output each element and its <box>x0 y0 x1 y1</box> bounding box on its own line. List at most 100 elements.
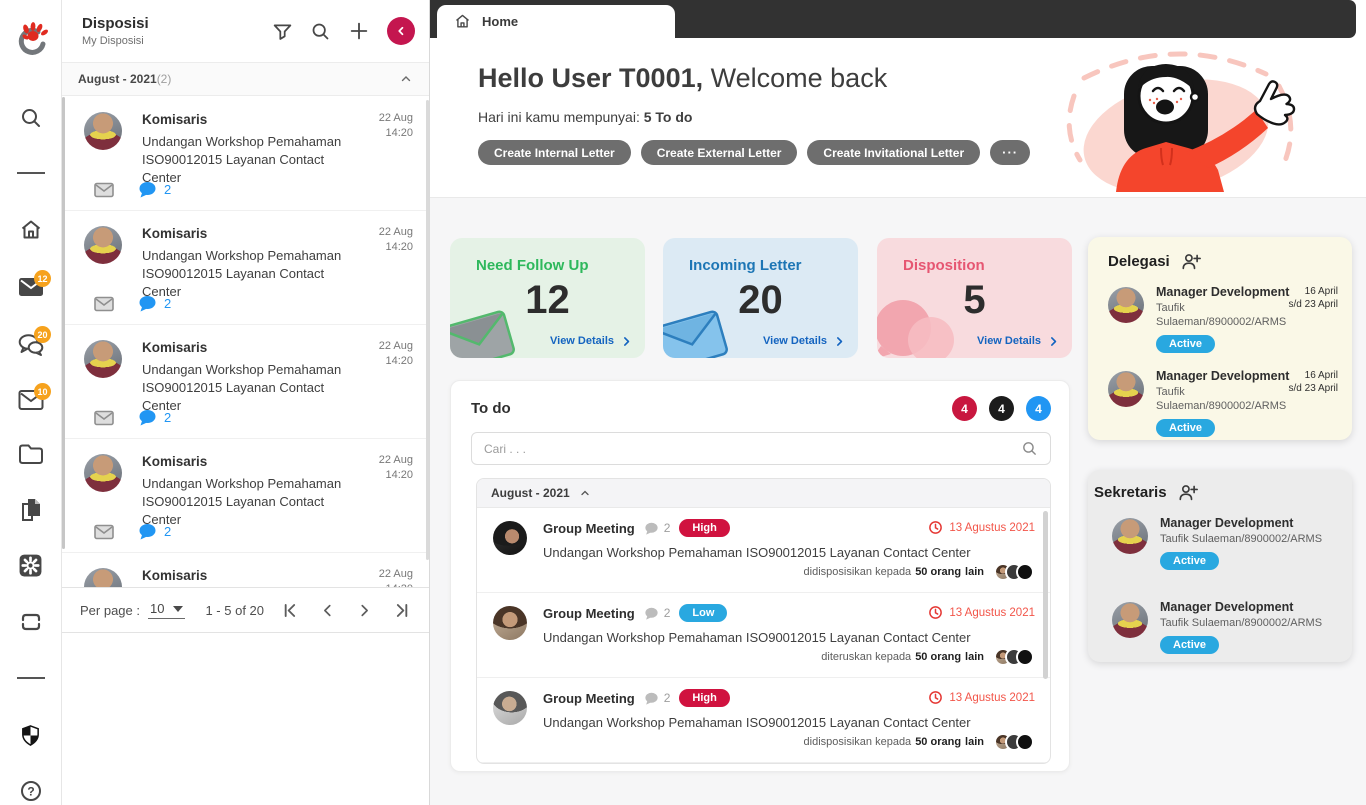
icon-rail: 12 20 10 ? <box>0 0 62 805</box>
rail-scan-icon[interactable] <box>0 610 61 634</box>
add-person-icon[interactable] <box>1181 252 1202 271</box>
avatar <box>84 454 122 492</box>
entry-person: Taufik Sulaeman/8900002/ARMS <box>1160 532 1338 546</box>
todo-search-input[interactable] <box>484 442 1021 456</box>
list-scrollbar-left[interactable] <box>62 97 65 549</box>
disposisi-list-item[interactable]: Komisaris 22 Aug14:20 <box>62 553 429 587</box>
pagination-bar: Per page : 10 1 - 5 of 20 <box>62 587 429 633</box>
filter-icon[interactable] <box>272 21 293 42</box>
add-icon[interactable] <box>348 20 370 42</box>
priority-badge: High <box>679 689 729 707</box>
rail-search-icon[interactable] <box>0 106 61 130</box>
priority-badge: High <box>679 519 729 537</box>
chevron-right-icon <box>834 336 845 347</box>
sender-name: Komisaris <box>142 112 207 127</box>
due-date: 13 Agustus 2021 <box>928 690 1035 705</box>
stat-title: Disposition <box>903 257 1072 274</box>
avatar <box>493 521 527 555</box>
list-scrollbar-right[interactable] <box>426 100 429 560</box>
stat-value: 12 <box>450 278 645 323</box>
more-actions-button[interactable]: ··· <box>990 140 1030 165</box>
tab-home[interactable]: Home <box>437 5 675 38</box>
stat-value: 20 <box>663 278 858 323</box>
recipient-avatar-stack <box>994 563 1034 581</box>
todo-month-group: August - 2021 Group Meeting 2 High 13 Ag… <box>476 478 1051 764</box>
todo-badge-red[interactable]: 4 <box>952 396 977 421</box>
todo-item[interactable]: Group Meeting 2 Low 13 Agustus 2021 Unda… <box>477 593 1050 678</box>
disposisi-list-item[interactable]: Komisaris Undangan Workshop Pemahaman IS… <box>62 439 429 553</box>
rail-help-icon[interactable]: ? <box>0 779 61 803</box>
avatar <box>84 112 122 150</box>
todo-item-footer: didisposisikan kepada 50 orang lain <box>543 563 1034 581</box>
brand-logo <box>0 22 61 62</box>
entry-person: Taufik Sulaeman/8900002/ARMS <box>1156 385 1306 413</box>
comment-icon <box>644 522 659 535</box>
rail-chat-icon[interactable] <box>0 332 61 357</box>
todo-group-header[interactable]: August - 2021 <box>477 479 1050 508</box>
sender-name: Komisaris <box>142 454 207 469</box>
avatar <box>1108 287 1144 323</box>
next-page-button[interactable] <box>357 603 372 618</box>
chevron-up-icon[interactable] <box>399 72 413 86</box>
rail-mail-icon[interactable] <box>0 276 61 298</box>
todo-item[interactable]: Group Meeting 2 High 13 Agustus 2021 Und… <box>477 508 1050 593</box>
comment-count: 2 <box>164 410 171 425</box>
prev-page-button[interactable] <box>320 603 335 618</box>
todo-panel: To do 4 4 4 August - 2021 Group Meeting … <box>450 380 1070 772</box>
todo-scrollbar[interactable] <box>1043 511 1048 679</box>
month-group-header[interactable]: August - 2021(2) <box>62 62 429 96</box>
entry-person: Taufik Sulaeman/8900002/ARMS <box>1160 616 1338 630</box>
item-datetime: 22 Aug14:20 <box>379 339 413 369</box>
delegasi-card: Delegasi Manager Development Taufik Sula… <box>1088 237 1352 440</box>
envelope-icon <box>94 524 114 540</box>
rail-folder-icon[interactable] <box>0 443 61 465</box>
todo-item[interactable]: Group Meeting 2 High 13 Agustus 2021 Und… <box>477 678 1050 763</box>
letter-subject: Undangan Workshop Pemahaman ISO90012015 … <box>142 475 350 529</box>
panel-search-icon[interactable] <box>310 21 331 42</box>
disposisi-list-item[interactable]: Komisaris Undangan Workshop Pemahaman IS… <box>62 325 429 439</box>
view-details-link[interactable]: View Details <box>977 335 1059 347</box>
todo-item-footer: didisposisikan kepada 50 orang lain <box>543 733 1034 751</box>
rail-security-shield-icon[interactable] <box>0 723 61 748</box>
stat-title: Need Follow Up <box>476 257 645 274</box>
todo-badge-black[interactable]: 4 <box>989 396 1014 421</box>
disposisi-list-item[interactable]: Komisaris Undangan Workshop Pemahaman IS… <box>62 211 429 325</box>
stat-card-disposition: Disposition 5 View Details <box>877 238 1072 358</box>
disposisi-panel: Disposisi My Disposisi August - 2021(2) … <box>62 0 430 805</box>
create-external-letter-button[interactable]: Create External Letter <box>641 140 798 165</box>
rail-copy-icon[interactable] <box>0 497 61 523</box>
view-details-link[interactable]: View Details <box>763 335 845 347</box>
pagination-range: 1 - 5 of 20 <box>205 603 264 618</box>
first-page-button[interactable] <box>281 602 298 619</box>
comment-count: 2 <box>164 296 171 311</box>
recipient-avatar-stack <box>994 648 1034 666</box>
stat-title: Incoming Letter <box>689 257 858 274</box>
disposisi-list-item[interactable]: Komisaris Undangan Workshop Pemahaman IS… <box>62 97 429 211</box>
group-label: August - 2021 <box>78 72 157 86</box>
last-page-button[interactable] <box>394 602 411 619</box>
clock-icon <box>928 690 943 705</box>
rail-settings-icon[interactable] <box>0 553 61 578</box>
search-icon[interactable] <box>1021 440 1038 457</box>
per-page-select[interactable]: 10 <box>148 601 185 619</box>
create-internal-letter-button[interactable]: Create Internal Letter <box>478 140 631 165</box>
avatar <box>1112 602 1148 638</box>
disposisi-list: Komisaris Undangan Workshop Pemahaman IS… <box>62 97 429 587</box>
greeting-subtitle: Hari ini kamu mempunyai: 5 To do <box>478 109 1030 125</box>
entry-date-range: 16 April s/d 23 April <box>1289 285 1338 311</box>
todo-badge-blue[interactable]: 4 <box>1026 396 1051 421</box>
chevron-right-icon <box>1048 336 1059 347</box>
rail-home-icon[interactable] <box>0 218 61 242</box>
comment-icon <box>138 409 157 426</box>
entry-date-range: 16 April s/d 23 April <box>1289 369 1338 395</box>
rail-inbox-icon[interactable] <box>0 389 61 411</box>
stat-card-incoming-letter: Incoming Letter 20 View Details <box>663 238 858 358</box>
todo-item-footer: diteruskan kepada 50 orang lain <box>543 648 1034 666</box>
collapse-panel-button[interactable] <box>387 17 415 45</box>
home-icon <box>454 13 471 30</box>
view-details-link[interactable]: View Details <box>550 335 632 347</box>
create-invitational-letter-button[interactable]: Create Invitational Letter <box>807 140 980 165</box>
sekretaris-entry: Manager Development Taufik Sulaeman/8900… <box>1112 600 1338 670</box>
add-person-icon[interactable] <box>1178 483 1199 502</box>
envelope-icon <box>94 410 114 426</box>
